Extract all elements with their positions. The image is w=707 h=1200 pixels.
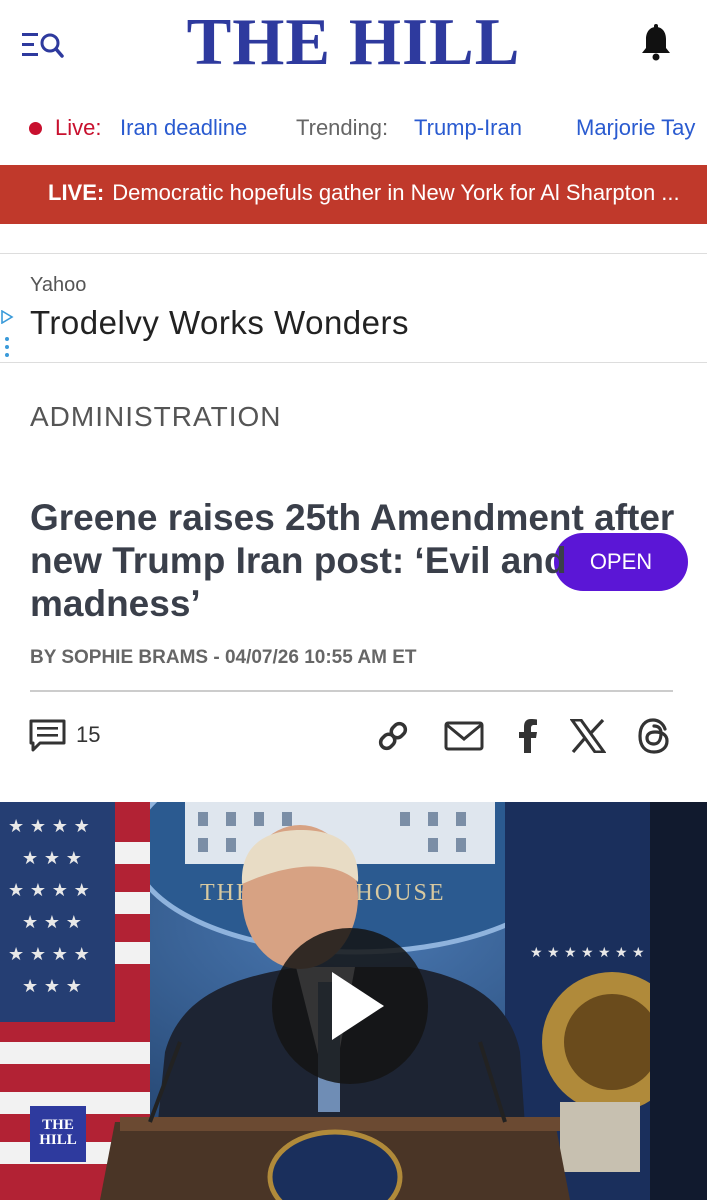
nav-link-iran-deadline[interactable]: Iran deadline bbox=[120, 115, 247, 141]
share-email-button[interactable] bbox=[444, 716, 484, 756]
live-banner-text: Democratic hopefuls gather in New York f… bbox=[112, 180, 680, 205]
ad-headline[interactable]: Trodelvy Works Wonders bbox=[30, 304, 409, 342]
svg-text:★ ★ ★ ★: ★ ★ ★ ★ bbox=[8, 944, 90, 965]
live-label: Live: bbox=[55, 115, 102, 140]
threads-icon bbox=[638, 718, 669, 754]
article-title: Greene raises 25th Amendment after new T… bbox=[30, 497, 675, 624]
svg-text:★ ★ ★ ★ ★ ★ ★: ★ ★ ★ ★ ★ ★ ★ bbox=[530, 945, 645, 961]
share-threads-button[interactable] bbox=[634, 716, 674, 756]
live-banner[interactable]: LIVE: Democratic hopefuls gather in New Y… bbox=[0, 165, 707, 224]
link-icon bbox=[378, 721, 408, 751]
share-facebook-button[interactable] bbox=[508, 716, 548, 756]
nav-link-trump-iran[interactable]: Trump-Iran bbox=[414, 115, 522, 141]
svg-text:★ ★ ★: ★ ★ ★ bbox=[22, 848, 82, 869]
live-banner-tag: LIVE: bbox=[48, 180, 105, 205]
article-category[interactable]: ADMINISTRATION bbox=[30, 401, 281, 433]
adchoices-icon[interactable] bbox=[0, 310, 14, 324]
notifications-button[interactable] bbox=[636, 22, 676, 62]
site-logo[interactable]: THE HILL bbox=[0, 6, 707, 78]
facebook-icon bbox=[519, 719, 537, 753]
bell-icon bbox=[642, 24, 670, 61]
article-byline: BY SOPHIE BRAMS - 04/07/26 10:55 AM ET bbox=[30, 647, 417, 668]
trending-nav: Live: Iran deadline Trending: Trump-Iran… bbox=[0, 108, 707, 150]
svg-text:★ ★ ★: ★ ★ ★ bbox=[22, 976, 82, 997]
mail-icon bbox=[444, 721, 484, 751]
share-link-button[interactable] bbox=[373, 716, 413, 756]
share-x-button[interactable] bbox=[568, 716, 608, 756]
comment-count: 15 bbox=[76, 722, 101, 747]
ad-source: Yahoo bbox=[30, 274, 87, 296]
nav-link-marjorie[interactable]: Marjorie Tay bbox=[576, 115, 695, 141]
ad-unit[interactable]: Yahoo Trodelvy Works Wonders OPEN bbox=[0, 253, 707, 591]
site-header: THE HILL bbox=[0, 0, 707, 92]
trending-label: Trending: bbox=[296, 115, 389, 140]
the-hill-badge: THE HILL bbox=[30, 1106, 86, 1162]
video-player[interactable]: THE WHITE HOUSE ★ ★ ★ ★★ ★ ★ ★ ★ ★ ★★ ★ … bbox=[0, 802, 707, 1200]
play-icon bbox=[332, 972, 384, 1040]
svg-text:★ ★ ★: ★ ★ ★ bbox=[22, 912, 82, 933]
ad-more-icon[interactable] bbox=[5, 336, 9, 358]
divider bbox=[30, 690, 673, 692]
x-icon bbox=[570, 719, 606, 753]
live-dot-icon bbox=[29, 122, 42, 135]
comment-icon bbox=[29, 719, 66, 752]
play-button[interactable] bbox=[272, 928, 428, 1084]
svg-text:★ ★ ★ ★: ★ ★ ★ ★ bbox=[8, 880, 90, 901]
svg-text:★ ★ ★ ★: ★ ★ ★ ★ bbox=[8, 816, 90, 837]
